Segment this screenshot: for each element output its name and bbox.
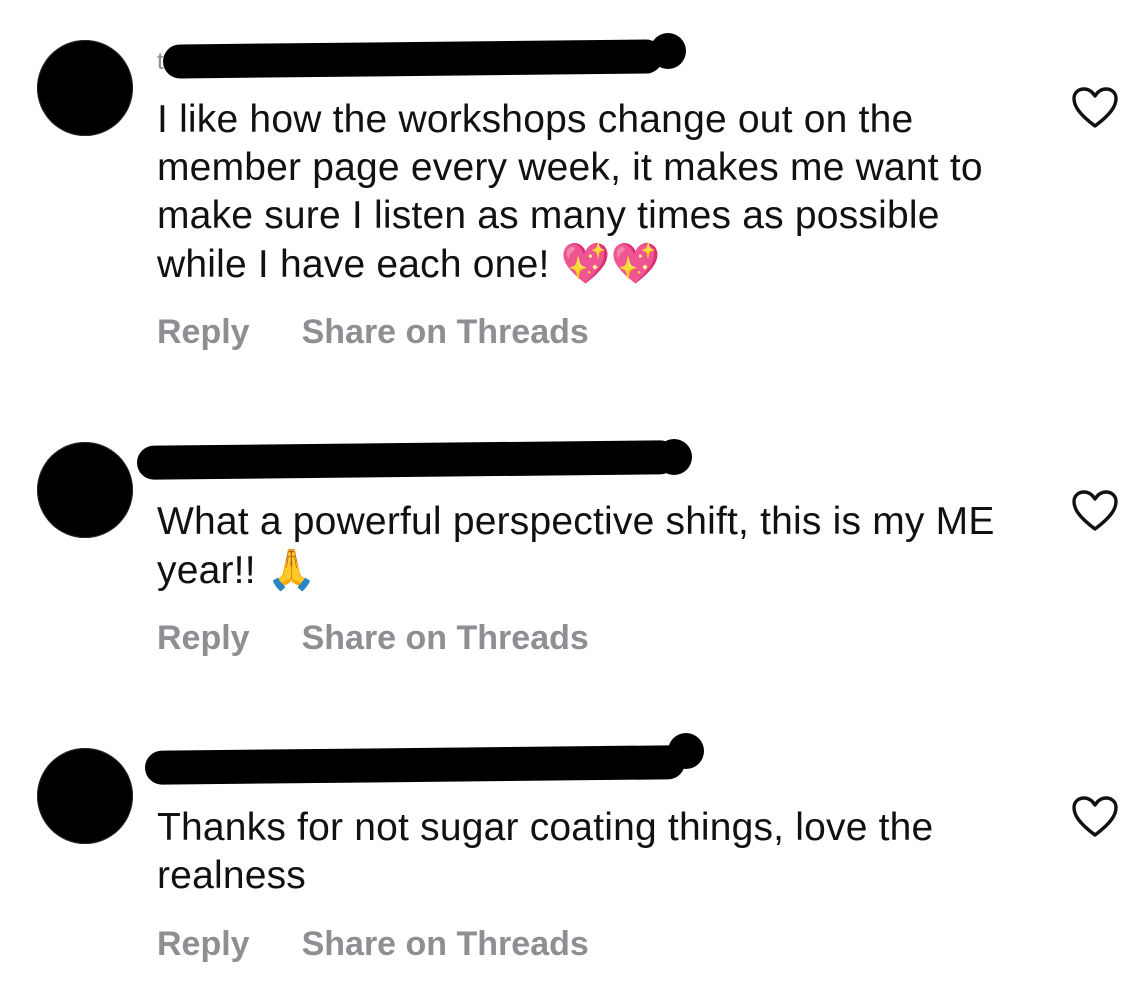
comment-3: Thanks for not sugar coating things, lov…: [0, 0, 1145, 996]
heart-outline-icon: [1072, 796, 1118, 837]
like-button[interactable]: [1071, 795, 1119, 839]
comment-text-main: Thanks for not sugar coating things, lov…: [157, 806, 934, 897]
redaction-end: [668, 733, 704, 769]
reply-button[interactable]: Reply: [157, 925, 250, 964]
share-on-threads-button[interactable]: Share on Threads: [302, 925, 589, 964]
redacted-username: [144, 745, 686, 785]
comment-text: Thanks for not sugar coating things, lov…: [157, 804, 1017, 900]
comment-actions: Reply Share on Threads: [157, 925, 589, 964]
avatar[interactable]: [37, 748, 133, 844]
